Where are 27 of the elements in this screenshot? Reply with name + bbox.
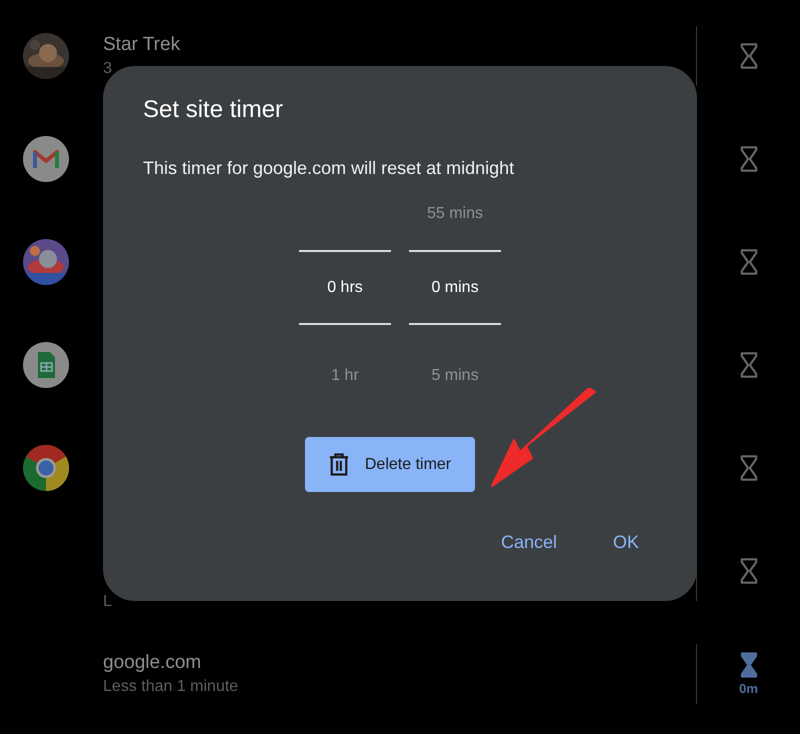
browser-app-icon	[23, 444, 69, 490]
cancel-button[interactable]: Cancel	[492, 528, 565, 557]
site-name: Star Trek	[103, 34, 182, 56]
hourglass-icon[interactable]	[740, 556, 758, 584]
ok-button[interactable]: OK	[604, 528, 647, 557]
usage-time: L	[103, 592, 113, 610]
hourglass-icon[interactable]	[740, 248, 758, 276]
dialog-title: Set site timer	[143, 96, 284, 124]
spreadsheet-app-icon	[23, 342, 69, 388]
picker-value: 1 hr	[331, 366, 359, 386]
picker-value: 55 mins	[426, 204, 484, 224]
usage-time: Less than 1 minute	[103, 678, 240, 696]
delete-timer-button[interactable]: Delete timer	[305, 437, 475, 492]
hourglass-icon[interactable]	[740, 350, 758, 378]
hourglass-icon[interactable]	[740, 651, 758, 679]
picker-selected-value[interactable]: 0 mins	[431, 276, 479, 298]
timer-label: 0m	[739, 681, 758, 696]
site-name: google.com	[103, 652, 202, 674]
trash-icon	[328, 452, 349, 477]
hourglass-icon[interactable]	[740, 454, 758, 482]
picker-selected-value[interactable]: 0 hrs	[327, 276, 363, 298]
picker-value: 5 mins	[431, 366, 479, 386]
usage-time: 3	[103, 60, 113, 78]
mail-app-icon	[23, 136, 69, 182]
hourglass-icon[interactable]	[740, 42, 758, 70]
dialog-message: This timer for google.com will reset at midnight	[143, 158, 514, 179]
hourglass-icon[interactable]	[740, 144, 758, 172]
